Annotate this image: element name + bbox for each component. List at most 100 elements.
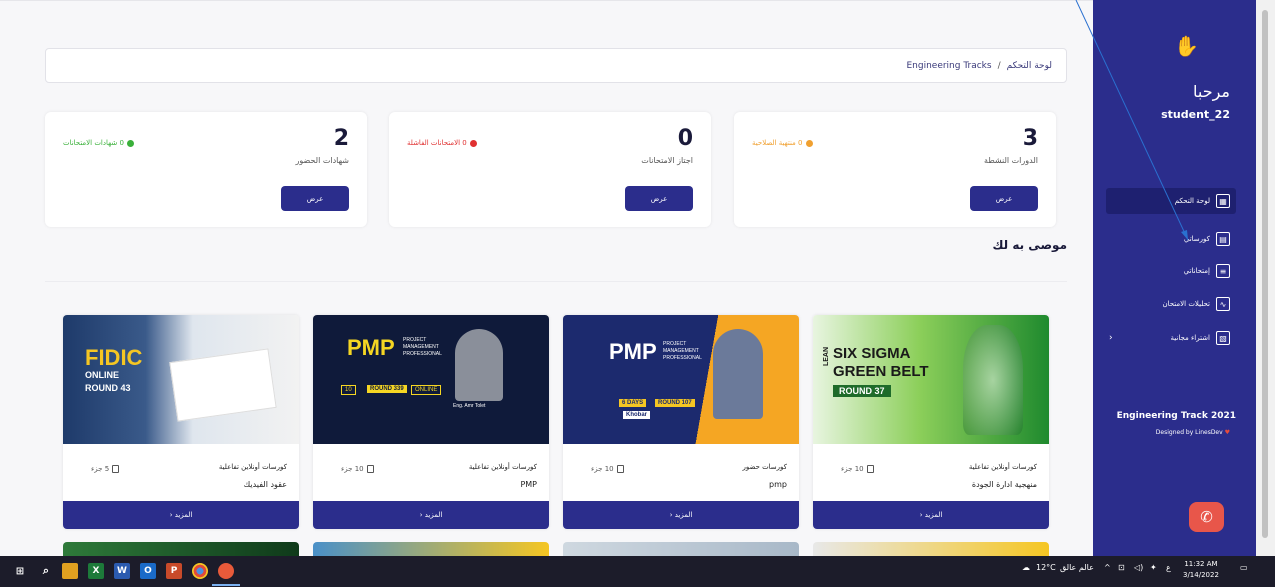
instructor-photo [455,329,503,401]
course-name[interactable]: PMP [520,480,537,489]
course-image[interactable]: PMP PROJECT MANAGEMENT PROFESSIONAL 10 R… [313,315,549,444]
stat-number: 0 [677,126,693,151]
course-image[interactable]: FIDIC ONLINE ROUND 43 [63,315,299,444]
chrome-icon[interactable] [192,563,208,579]
course-card[interactable]: PMP PROJECT MANAGEMENT PROFESSIONAL 6 DA… [563,315,799,529]
course-name[interactable]: منهجية ادارة الجودة [972,480,1037,489]
search-icon[interactable]: ⌕ [38,563,54,579]
security-icon[interactable]: ✦ [1150,563,1157,572]
course-parts-text: 10 جزء [591,465,614,473]
sidebar-item-label: إمتحاناتي [1183,267,1210,275]
course-image[interactable]: PMP PROJECT MANAGEMENT PROFESSIONAL 6 DA… [563,315,799,444]
stat-card-passed-exams: 0 اجتاز الامتحانات 0 الامتحانات الفاشلة … [389,112,711,227]
chart-icon: ∿ [1216,297,1230,311]
view-button[interactable]: عرض [625,186,693,211]
system-clock[interactable]: 11:32 AM 3/14/2022 [1183,559,1219,581]
powerpoint-icon[interactable]: P [166,563,182,579]
sidebar-item-dashboard[interactable]: ▦ لوحة التحكم [1106,188,1236,214]
course-type: كورسات أونلاين تفاعلية [468,463,537,471]
heart-icon: ♥ [1224,429,1230,436]
document-icon [866,465,874,473]
windows-start-icon[interactable]: ⊞ [12,563,28,579]
exam-icon: ≡ [1216,264,1230,278]
status-dot-icon [469,139,477,147]
stat-label: شهادات الحضور [295,156,349,165]
network-icon[interactable]: ⊡ [1118,563,1125,572]
more-button[interactable]: المزيد ‹ [313,501,549,529]
file-explorer-icon[interactable] [62,563,78,579]
more-button[interactable]: المزيد ‹ [63,501,299,529]
image-text: GREEN BELT [833,363,929,380]
sidebar: ✋ مرحبا student_22 ▦ لوحة التحكم ▤ كورسا… [1093,0,1256,556]
phone-call-button[interactable]: ✆ [1189,502,1224,532]
image-text: 10 [341,385,356,395]
image-text: ONLINE [411,385,442,395]
course-card[interactable]: FIDIC ONLINE ROUND 43 كورسات أونلاين تفا… [63,315,299,529]
weather-icon[interactable]: ☁ [1022,563,1030,572]
image-text: PROJECT MANAGEMENT PROFESSIONAL [663,341,702,361]
image-text: PMP [347,335,395,360]
sidebar-item-exam-analytics[interactable]: ∿ تحليلات الامتحان [1106,291,1236,317]
volume-icon[interactable]: ◁) [1134,563,1143,572]
image-text: ROUND 43 [85,383,131,393]
stat-status-text: 0 الامتحانات الفاشلة [407,139,467,147]
weather-text: عالم عالق [1060,563,1094,572]
course-parts-text: 5 جزء [91,465,110,473]
course-name[interactable]: pmp [769,480,787,489]
outlook-icon[interactable]: O [140,563,156,579]
course-image[interactable]: SIX SIGMA GREEN BELT ROUND 37 LEAN [813,315,1049,444]
stat-number: 3 [1022,126,1038,151]
weather-temp[interactable]: 12°C [1036,563,1056,572]
active-app-indicator [212,584,240,586]
course-parts: 10 جزء [841,465,874,473]
stat-status: 0 الامتحانات الفاشلة [407,139,477,147]
sidebar-item-label: تحليلات الامتحان [1162,300,1210,308]
app-icon[interactable] [218,563,234,579]
course-card[interactable]: PMP PROJECT MANAGEMENT PROFESSIONAL 10 R… [313,315,549,529]
course-type: كورسات أونلاين تفاعلية [968,463,1037,471]
stat-label: اجتاز الامتحانات [641,156,693,165]
paper-illustration [169,348,277,422]
stat-status: 0 منتهية الصلاحية [752,139,813,147]
scrollbar-thumb[interactable] [1262,10,1268,538]
chevron-left-icon[interactable]: ‹ [1109,333,1113,343]
view-button[interactable]: عرض [970,186,1038,211]
breadcrumb-current[interactable]: لوحة التحكم [1007,61,1052,71]
image-text: FIDIC [85,345,143,370]
course-name[interactable]: عقود الفيديك [244,480,287,489]
stat-card-active-courses: 3 الدورات النشطة 0 منتهية الصلاحية عرض [734,112,1056,227]
more-button[interactable]: المزيد ‹ [563,501,799,529]
course-card[interactable]: SIX SIGMA GREEN BELT ROUND 37 LEAN كورسا… [813,315,1049,529]
breadcrumb-root[interactable]: Engineering Tracks [906,61,991,71]
word-icon[interactable]: W [114,563,130,579]
greeting: مرحبا [1193,82,1230,101]
divider [45,281,1067,282]
waving-hand-icon: ✋ [1174,34,1199,58]
view-button[interactable]: عرض [281,186,349,211]
more-button[interactable]: المزيد ‹ [813,501,1049,529]
page: لوحة التحكم / Engineering Tracks 3 الدور… [0,0,1275,587]
sidebar-item-my-exams[interactable]: ≡ إمتحاناتي [1106,258,1236,284]
course-parts: 10 جزء [591,465,624,473]
notification-icon[interactable]: ▭ [1240,563,1248,572]
breadcrumb: لوحة التحكم / Engineering Tracks [45,48,1067,83]
image-text: ROUND 339 [367,385,407,393]
document-icon [112,465,120,473]
sidebar-item-label: اشتراء مجانية [1170,334,1210,342]
image-text: Khobar [623,411,650,419]
stat-status-text: 0 منتهية الصلاحية [752,139,803,147]
status-dot-icon [805,139,813,147]
course-parts: 10 جزء [341,465,374,473]
clock-date: 3/14/2022 [1183,571,1219,579]
stat-number: 2 [333,126,349,151]
sidebar-item-my-courses[interactable]: ▤ كورساتي [1106,226,1236,252]
language-indicator[interactable]: ع [1166,563,1171,572]
main-content: لوحة التحكم / Engineering Tracks 3 الدور… [0,0,1093,562]
document-icon [616,465,624,473]
sidebar-item-free-purchases[interactable]: ▧ اشتراء مجانية [1106,325,1236,351]
stat-card-attendance-certificates: 2 شهادات الحضور 0 شهادات الامتحانات عرض [45,112,367,227]
image-text: ROUND 107 [655,399,695,407]
username: student_22 [1161,108,1230,121]
excel-icon[interactable]: X [88,563,104,579]
chevron-up-icon[interactable]: ^ [1104,563,1111,572]
